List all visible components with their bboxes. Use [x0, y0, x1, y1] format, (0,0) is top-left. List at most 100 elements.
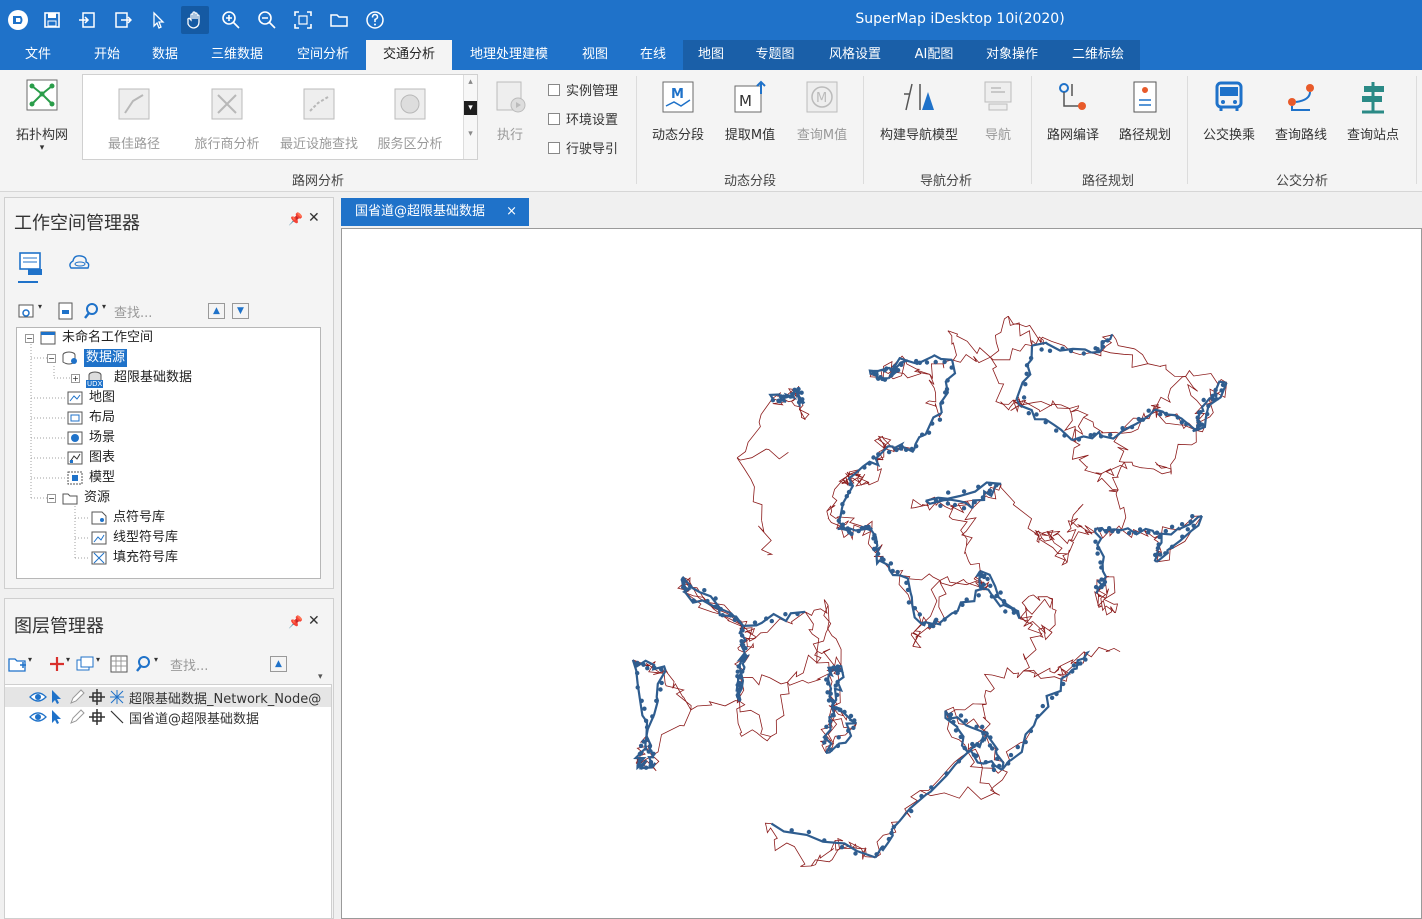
logo-icon[interactable] [4, 6, 32, 34]
map-view[interactable] [341, 228, 1422, 919]
build-navigation-model-button[interactable]: 构建导航模型 [872, 80, 966, 143]
selectable-icon[interactable] [49, 689, 69, 705]
road-network-map[interactable] [342, 229, 1422, 919]
close-icon[interactable]: ✕ [308, 613, 320, 629]
dynamic-segment-button[interactable]: M 动态分段 [646, 80, 710, 143]
move-down-icon[interactable]: ▼ [232, 303, 249, 319]
bus-transfer-button[interactable]: 公交换乘 [1196, 80, 1262, 143]
tab-data[interactable]: 数据 [140, 40, 190, 70]
tree-charts[interactable]: 图表 [67, 449, 115, 467]
visible-eye-icon[interactable] [29, 691, 49, 703]
tab-view[interactable]: 视图 [568, 40, 622, 70]
environment-settings-checkbox[interactable]: 环境设置 [548, 109, 618, 128]
open-workspace-icon[interactable]: ▾ [18, 302, 46, 320]
move-up-icon[interactable]: ▲ [208, 303, 225, 319]
tree-models[interactable]: 模型 [67, 469, 115, 487]
network-compile-button[interactable]: 路网编译 [1040, 80, 1106, 143]
pan-icon[interactable] [181, 6, 209, 34]
tree-point-symbol-lib[interactable]: 点符号库 [91, 509, 165, 527]
add-layer-group-icon[interactable]: ▾ [8, 655, 42, 673]
tab-3d-data[interactable]: 三维数据 [200, 40, 274, 70]
scroll-down-icon[interactable]: ▾ [464, 127, 477, 141]
tab-map[interactable]: 地图 [686, 40, 736, 70]
editable-icon[interactable] [69, 709, 89, 725]
import-icon[interactable] [73, 6, 101, 34]
expand-icon[interactable]: + [71, 373, 80, 383]
collapse-icon[interactable]: − [47, 493, 56, 503]
full-extent-icon[interactable] [289, 6, 317, 34]
execute-button[interactable]: 执行 [488, 80, 532, 143]
close-tab-icon[interactable]: × [506, 198, 517, 226]
toolbar-overflow-icon[interactable]: ▾ [318, 672, 323, 682]
closest-facility-button[interactable]: 最近设施查找 [273, 87, 365, 152]
pin-icon[interactable]: 📌 [288, 212, 303, 226]
tree-layouts[interactable]: 布局 [67, 409, 115, 427]
collapse-icon[interactable]: − [47, 353, 56, 363]
tab-thematic-map[interactable]: 专题图 [744, 40, 806, 70]
tab-start[interactable]: 开始 [80, 40, 134, 70]
save-icon[interactable] [38, 6, 66, 34]
topology-network-button[interactable]: 拓扑构网 ▾ [8, 78, 76, 153]
tree-fill-symbol-lib[interactable]: 填充符号库 [91, 549, 178, 567]
move-up-icon[interactable]: ▲ [270, 656, 287, 672]
snappable-icon[interactable] [89, 689, 109, 705]
checkbox-box[interactable] [548, 141, 560, 154]
search-icon[interactable]: ▾ [84, 302, 114, 320]
tree-datasources[interactable]: − 数据源 [47, 349, 128, 367]
best-path-button[interactable]: 最佳路径 [97, 87, 171, 152]
tree-line-symbol-lib[interactable]: 线型符号库 [91, 529, 178, 547]
selectable-icon[interactable] [49, 709, 69, 725]
tab-file[interactable]: 文件 [8, 40, 68, 70]
tab-online[interactable]: 在线 [626, 40, 680, 70]
tab-geoprocessing[interactable]: 地理处理建模 [458, 40, 560, 70]
visible-eye-icon[interactable] [29, 711, 49, 723]
navigate-button[interactable]: 导航 [976, 80, 1020, 143]
tree-udx-datasource[interactable]: + UDX 超限基础数据 [71, 369, 192, 388]
local-workspace-icon[interactable] [18, 250, 44, 280]
export-icon[interactable] [109, 6, 137, 34]
checkbox-box[interactable] [548, 83, 560, 96]
query-m-value-button[interactable]: M 查询M值 [790, 80, 854, 143]
scroll-up-icon[interactable]: ▴ [464, 75, 477, 89]
gallery-scroll[interactable]: ▴ ▾ ▾ [463, 75, 477, 159]
tree-resources[interactable]: − 资源 [47, 489, 110, 507]
workspace-search-input[interactable]: 查找... [114, 302, 208, 321]
tree-maps[interactable]: 地图 [67, 389, 115, 407]
query-stop-button[interactable]: 查询站点 [1340, 80, 1406, 143]
tree-root-workspace[interactable]: − 未命名工作空间 [25, 329, 153, 347]
open-folder-icon[interactable] [325, 6, 353, 34]
route-planning-button[interactable]: 路径规划 [1112, 80, 1178, 143]
snappable-icon[interactable] [89, 709, 109, 725]
select-icon[interactable] [145, 6, 173, 34]
collapse-icon[interactable]: − [25, 333, 34, 343]
traveling-salesman-button[interactable]: 旅行商分析 [187, 87, 267, 152]
layer-search-input[interactable]: 查找... [170, 655, 270, 674]
tab-2d-plotting[interactable]: 二维标绘 [1060, 40, 1136, 70]
zoom-in-icon[interactable] [217, 6, 245, 34]
add-layer-icon[interactable]: ▾ [48, 655, 76, 673]
service-area-button[interactable]: 服务区分析 [371, 87, 449, 152]
layer-row[interactable]: 国省道@超限基础数据 [29, 707, 259, 727]
extract-m-value-button[interactable]: M 提取M值 [718, 80, 782, 143]
editable-icon[interactable] [69, 689, 89, 705]
pin-icon[interactable]: 📌 [288, 615, 303, 629]
checkbox-box[interactable] [548, 112, 560, 125]
layer-properties-icon[interactable] [110, 655, 136, 673]
cloud-workspace-icon[interactable] [66, 250, 92, 280]
tab-ai-mapping[interactable]: AI配图 [904, 40, 964, 70]
tab-spatial-analysis[interactable]: 空间分析 [286, 40, 360, 70]
close-icon[interactable]: ✕ [308, 210, 320, 226]
search-icon[interactable]: ▾ [136, 655, 170, 673]
tab-traffic-analysis[interactable]: 交通分析 [366, 40, 452, 70]
layer-row[interactable]: 超限基础数据_Network_Node@ [29, 687, 321, 707]
tree-scenes[interactable]: 场景 [67, 429, 115, 447]
gallery-expand-icon[interactable]: ▾ [464, 101, 477, 115]
query-route-button[interactable]: 查询路线 [1268, 80, 1334, 143]
copy-layer-icon[interactable]: ▾ [76, 655, 110, 673]
instance-management-checkbox[interactable]: 实例管理 [548, 80, 618, 99]
zoom-out-icon[interactable] [253, 6, 281, 34]
new-datasource-icon[interactable] [56, 302, 84, 320]
tab-object-operations[interactable]: 对象操作 [974, 40, 1050, 70]
driving-guide-checkbox[interactable]: 行驶导引 [548, 138, 618, 157]
map-document-tab[interactable]: 国省道@超限基础数据 × [341, 198, 529, 226]
